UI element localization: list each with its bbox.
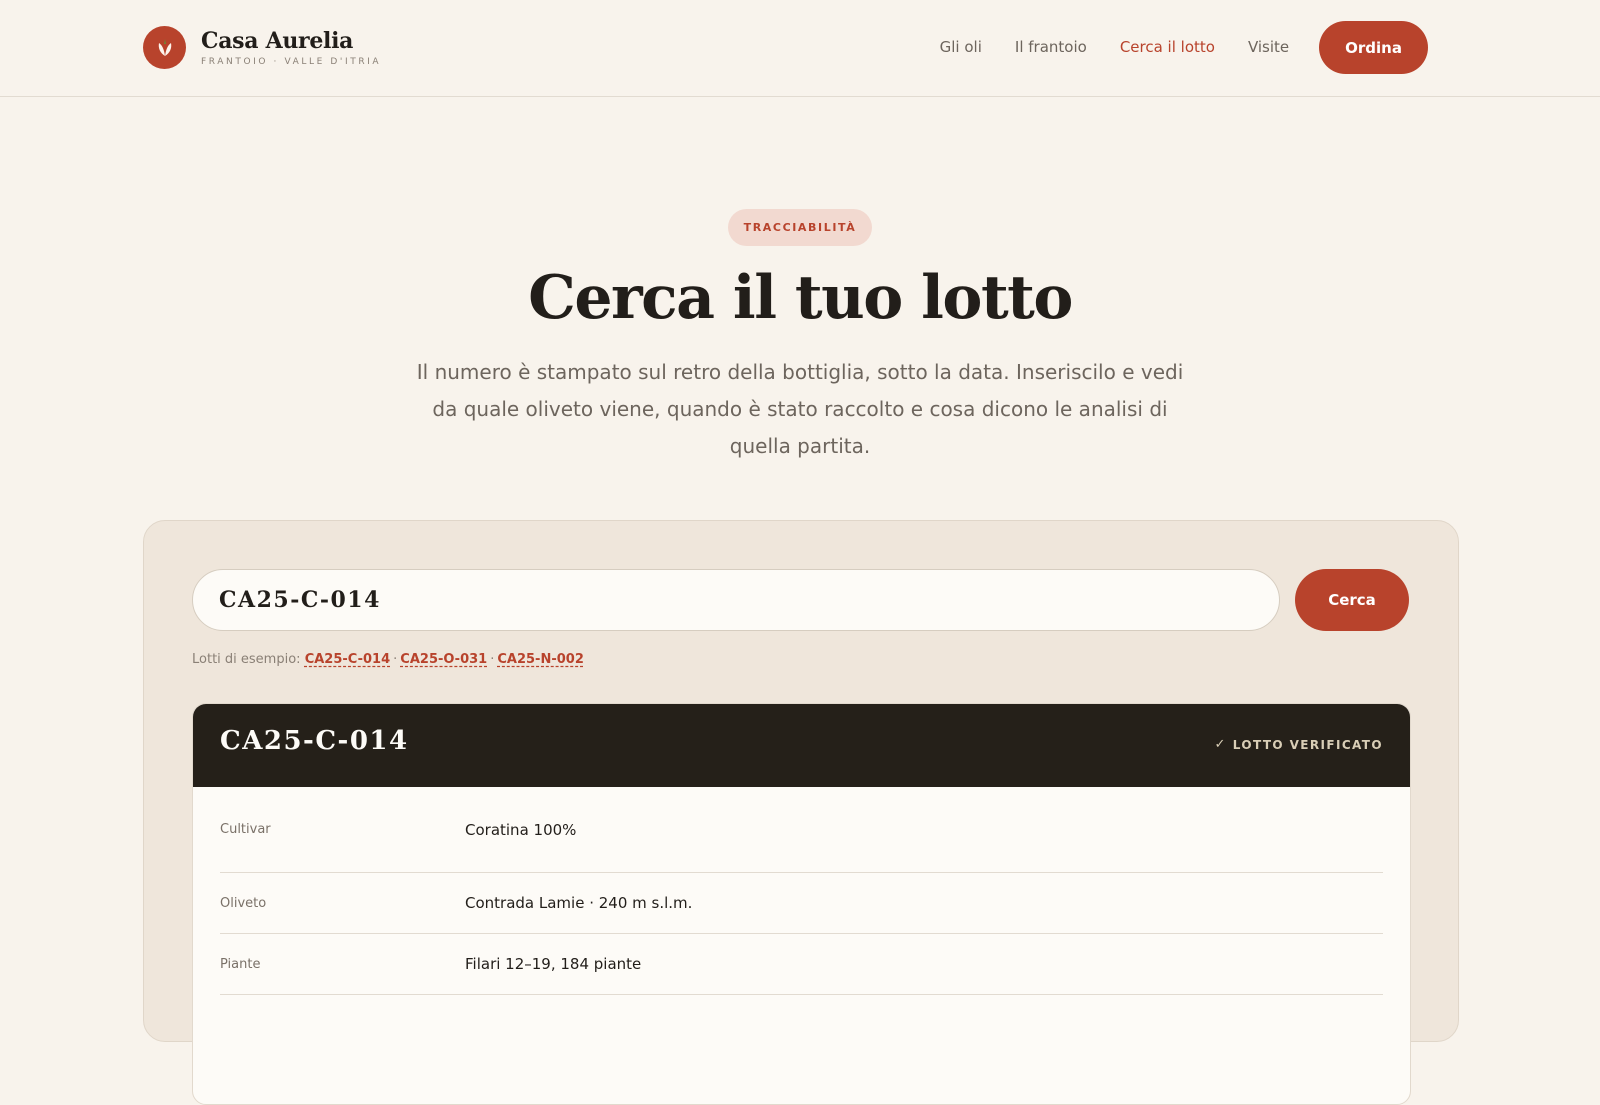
nav-item-cerca-il-lotto[interactable]: Cerca il lotto [1120,21,1215,74]
result-details: Cultivar Coratina 100% Oliveto Contrada … [193,787,1410,995]
nav-item-visite[interactable]: Visite [1248,21,1289,74]
nav-item-il-frantoio[interactable]: Il frantoio [1015,21,1087,74]
detail-value: Coratina 100% [465,820,577,839]
brand[interactable]: Casa Aurelia FRANTOIO · VALLE D'ITRIA [143,26,381,69]
brand-name: Casa Aurelia [201,28,354,54]
detail-row-cultivar: Cultivar Coratina 100% [220,787,1383,873]
brand-tagline: FRANTOIO · VALLE D'ITRIA [201,57,382,67]
check-icon: ✓ [1214,737,1227,752]
example-lots: Lotti di esempio: CA25-C-014 · CA25-O-031 ·… [192,652,584,667]
detail-value: Contrada Lamie · 240 m s.l.m. [465,894,693,912]
example-lot-link[interactable]: CA25-O-031 [400,652,487,667]
detail-row-piante: Piante Filari 12–19, 184 piante [220,934,1383,995]
result-header: CA25-C-014 ✓ LOTTO VERIFICATO [193,704,1410,787]
page-subtitle: Il numero è stampato sul retro della bot… [416,360,1184,458]
olive-logo-icon [143,26,186,69]
detail-row-oliveto: Oliveto Contrada Lamie · 240 m s.l.m. [220,873,1383,934]
verified-label: LOTTO VERIFICATO [1232,737,1383,752]
lot-search-panel: Cerca Lotti di esempio: CA25-C-014·CA25-… [143,520,1459,1105]
main-nav: Gli oli Il frantoio Cerca il lotto Visit… [907,21,1428,74]
detail-label: Oliveto [220,895,267,911]
nav-item-gli-oli[interactable]: Gli oli [940,21,982,74]
site-header: Casa Aurelia FRANTOIO · VALLE D'ITRIA Gl… [0,0,1600,97]
section-badge: TRACCIABILITÀ [728,209,872,246]
example-lot-link[interactable]: CA25-C-014 [305,652,390,667]
search-button[interactable]: Cerca [1295,569,1409,631]
detail-label: Cultivar [220,822,271,837]
verified-badge: ✓ LOTTO VERIFICATO [1214,737,1383,752]
page-title: Cerca il tuo lotto [528,263,1073,333]
lot-result-card: CA25-C-014 ✓ LOTTO VERIFICATO Cultivar C… [192,703,1411,1105]
detail-value: Filari 12–19, 184 piante [465,955,642,973]
example-lot-link[interactable]: CA25-N-002 [497,652,584,667]
separator-dot: · [490,652,495,667]
lot-search-input[interactable] [192,569,1280,631]
result-lot-code: CA25-C-014 [220,726,409,756]
separator-dot: · [393,652,398,667]
example-lots-label: Lotti di esempio: [192,652,301,667]
order-button[interactable]: Ordina [1319,21,1428,74]
detail-label: Piante [220,956,261,972]
